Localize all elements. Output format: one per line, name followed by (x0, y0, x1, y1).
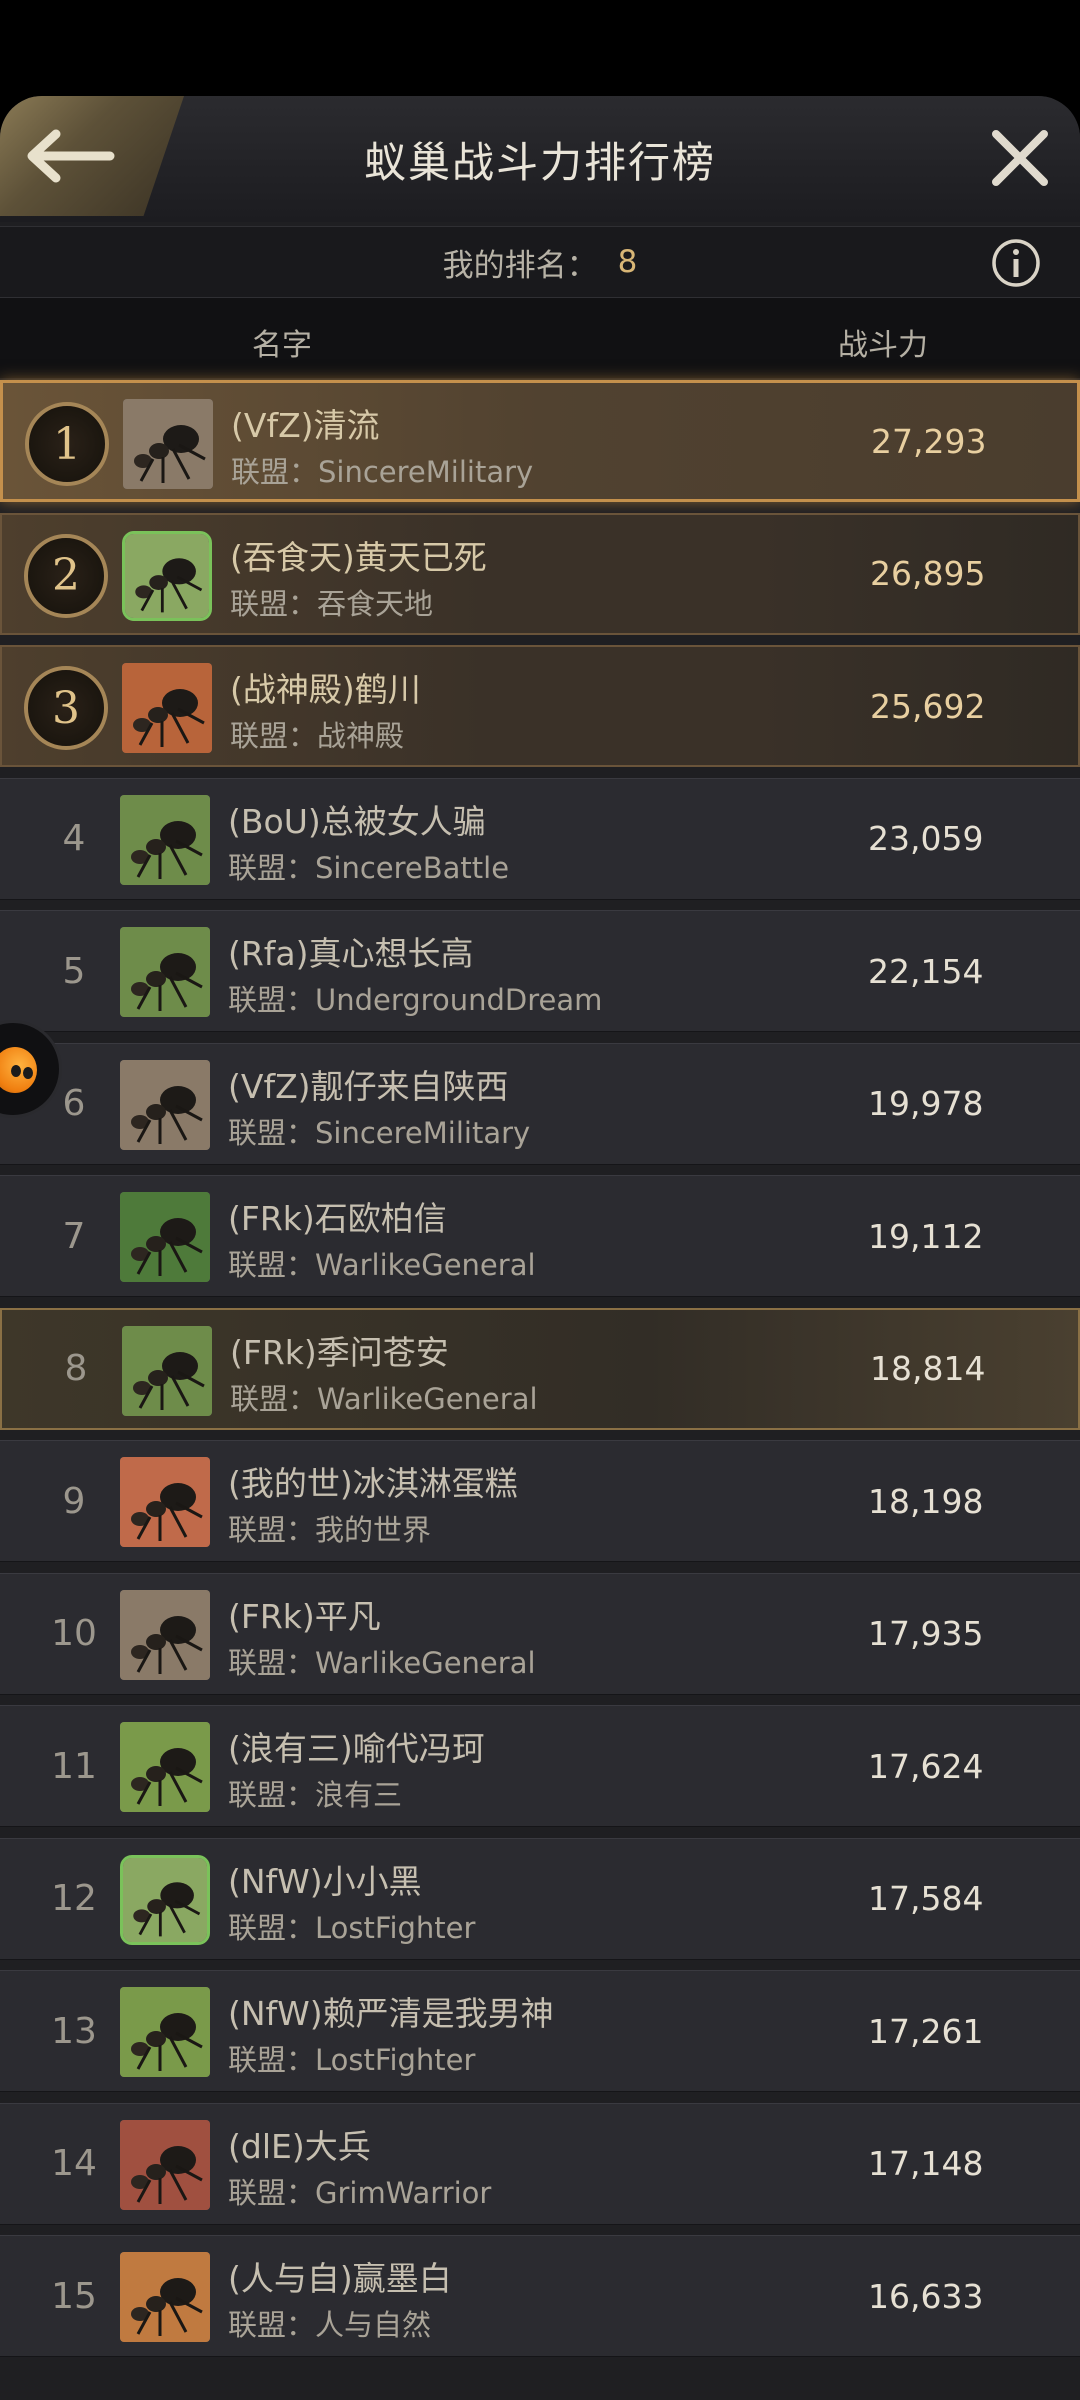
rank-medal: 1 (25, 402, 109, 486)
page-title: 蚁巢战斗力排行榜 (363, 137, 716, 187)
power-value: 17,584 (868, 1879, 984, 1918)
table-row[interactable]: 8 (FRk)季问苍安 联盟：WarlikeGeneral 18,814 (0, 1307, 1080, 1430)
alliance-name: 联盟：吞食天地 (230, 586, 434, 621)
ant-avatar[interactable] (123, 399, 213, 489)
power-value: 19,978 (868, 1084, 984, 1123)
column-power: 战斗力 (838, 328, 928, 363)
ant-avatar[interactable] (120, 1192, 210, 1282)
power-value: 18,814 (870, 1349, 986, 1388)
alliance-name: 联盟：WarlikeGeneral (228, 1645, 536, 1680)
power-value: 26,895 (870, 554, 986, 593)
table-row[interactable]: 14 (dlE)大兵 联盟：GrimWarrior 17,148 (0, 2102, 1080, 2225)
ant-avatar[interactable] (120, 1854, 210, 1945)
player-name: (我的世)冰淇淋蛋糕 (228, 1464, 518, 1503)
column-header: 名字 战斗力 (0, 298, 1080, 378)
alliance-name: 联盟：WarlikeGeneral (228, 1248, 536, 1282)
table-row[interactable]: 2 (吞食天)黄天已死联盟：吞食天地 26,895 (0, 512, 1080, 635)
table-row[interactable]: 4 (BoU)总被女人骗 联盟：SincereBattle 23,059 (0, 777, 1080, 900)
table-row[interactable]: 11 (浪有三)喻代冯珂 联盟：浪有三 17,624 (0, 1705, 1080, 1827)
alliance-name: 联盟：WarlikeGeneral (230, 1381, 538, 1416)
title-bar: 蚁巢战斗力排行榜 (0, 96, 1080, 222)
my-rank-value: 8 (617, 244, 638, 280)
ant-avatar[interactable] (122, 1325, 212, 1416)
my-rank: 我的排名： 8 (0, 227, 1080, 297)
alliance-name: 联盟：浪有三 (228, 1778, 403, 1812)
table-row[interactable]: 9 (我的世)冰淇淋蛋糕 联盟：我的世界 18,198 (0, 1440, 1080, 1562)
power-value: 22,154 (868, 951, 984, 991)
alliance-name: 联盟：LostFighter (228, 2043, 476, 2077)
ant-avatar[interactable] (122, 530, 212, 621)
power-value: 27,293 (871, 421, 987, 461)
table-row[interactable]: 1 (VfZ)清流联盟：SincereMilitary 27,293 (0, 380, 1080, 502)
power-value: 17,148 (868, 2144, 984, 2183)
player-name: (dlE)大兵 (228, 2126, 371, 2166)
my-rank-bar: 我的排名： 8 (0, 226, 1080, 298)
rank-medal: 3 (24, 666, 108, 750)
ant-avatar[interactable] (120, 1987, 210, 2077)
alliance-name: 联盟：GrimWarrior (228, 2175, 492, 2210)
table-row[interactable]: 12 (NfW)小小黑 联盟：LostFighter 17,584 (0, 1837, 1080, 1960)
power-value: 19,112 (868, 1216, 984, 1256)
alliance-name: 联盟：LostFighter (228, 1910, 476, 1945)
alliance-name: 联盟：SincereMilitary (231, 455, 534, 489)
ant-avatar[interactable] (120, 794, 210, 885)
table-row[interactable]: 6 (VfZ)靓仔来自陕西 联盟：SincereMilitary 19,978 (0, 1042, 1080, 1165)
rank-medal: 2 (24, 533, 108, 618)
alliance-name: 联盟：SincereMilitary (228, 1115, 531, 1150)
ant-avatar[interactable] (120, 2252, 210, 2342)
my-rank-label: 我的排名： (442, 247, 598, 284)
power-value: 23,059 (868, 819, 984, 858)
ranking-list: 1 (VfZ)清流联盟：SincereMilitary 27,293 2 (吞食天)黄天… (0, 380, 1080, 2368)
alliance-name: 联盟：UndergroundDream (228, 983, 603, 1017)
alliance-name: 联盟：战神殿 (230, 719, 405, 753)
player-name: (NfW)小小黑 (228, 1861, 422, 1901)
player-name: (战神殿)鹤川 (230, 670, 421, 709)
player-name: (VfZ)清流 (231, 406, 380, 445)
column-name: 名字 (252, 328, 312, 363)
ant-avatar[interactable] (120, 2119, 210, 2210)
player-name: (BoU)总被女人骗 (228, 801, 486, 841)
player-name: (Rfa)真心想长高 (228, 934, 474, 973)
player-name: (吞食天)黄天已死 (230, 537, 487, 577)
table-row[interactable]: 15 (人与自)赢墨白 联盟：人与自然 16,633 (0, 2235, 1080, 2357)
player-name: (浪有三)喻代冯珂 (228, 1729, 485, 1768)
ant-avatar[interactable] (120, 1457, 210, 1547)
power-value: 25,692 (870, 686, 986, 726)
player-name: (FRk)季问苍安 (230, 1332, 449, 1372)
info-icon[interactable] (990, 237, 1042, 289)
close-icon[interactable] (988, 126, 1052, 190)
power-value: 17,261 (868, 2011, 984, 2051)
alliance-name: 联盟：人与自然 (228, 2308, 432, 2342)
power-value: 17,624 (868, 1746, 984, 1786)
ant-avatar[interactable] (120, 1722, 210, 1812)
ant-avatar[interactable] (120, 1589, 210, 1680)
table-row[interactable]: 13 (NfW)赖严清是我男神 联盟：LostFighter 17,261 (0, 1970, 1080, 2092)
alliance-name: 联盟：我的世界 (228, 1513, 432, 1547)
ant-avatar[interactable] (120, 927, 210, 1017)
ant-avatar[interactable] (122, 663, 212, 753)
orange-creature-icon (0, 1047, 37, 1093)
power-value: 18,198 (868, 1481, 984, 1521)
player-name: (NfW)赖严清是我男神 (228, 1994, 554, 2033)
power-value: 16,633 (868, 2276, 984, 2316)
ant-avatar[interactable] (120, 1059, 210, 1150)
player-name: (FRk)平凡 (228, 1596, 381, 1636)
alliance-name: 联盟：SincereBattle (228, 850, 510, 885)
table-row[interactable]: 7 (FRk)石欧柏信 联盟：WarlikeGeneral 19,112 (0, 1175, 1080, 1297)
player-name: (VfZ)靓仔来自陕西 (228, 1066, 509, 1106)
table-row[interactable]: 10 (FRk)平凡 联盟：WarlikeGeneral 17,935 (0, 1572, 1080, 1695)
player-name: (FRk)石欧柏信 (228, 1199, 447, 1238)
table-row[interactable]: 3 (战神殿)鹤川联盟：战神殿 25,692 (0, 645, 1080, 767)
power-value: 17,935 (868, 1614, 984, 1653)
table-row[interactable]: 5 (Rfa)真心想长高 联盟：UndergroundDream 22,154 (0, 910, 1080, 1032)
player-name: (人与自)赢墨白 (228, 2259, 452, 2298)
